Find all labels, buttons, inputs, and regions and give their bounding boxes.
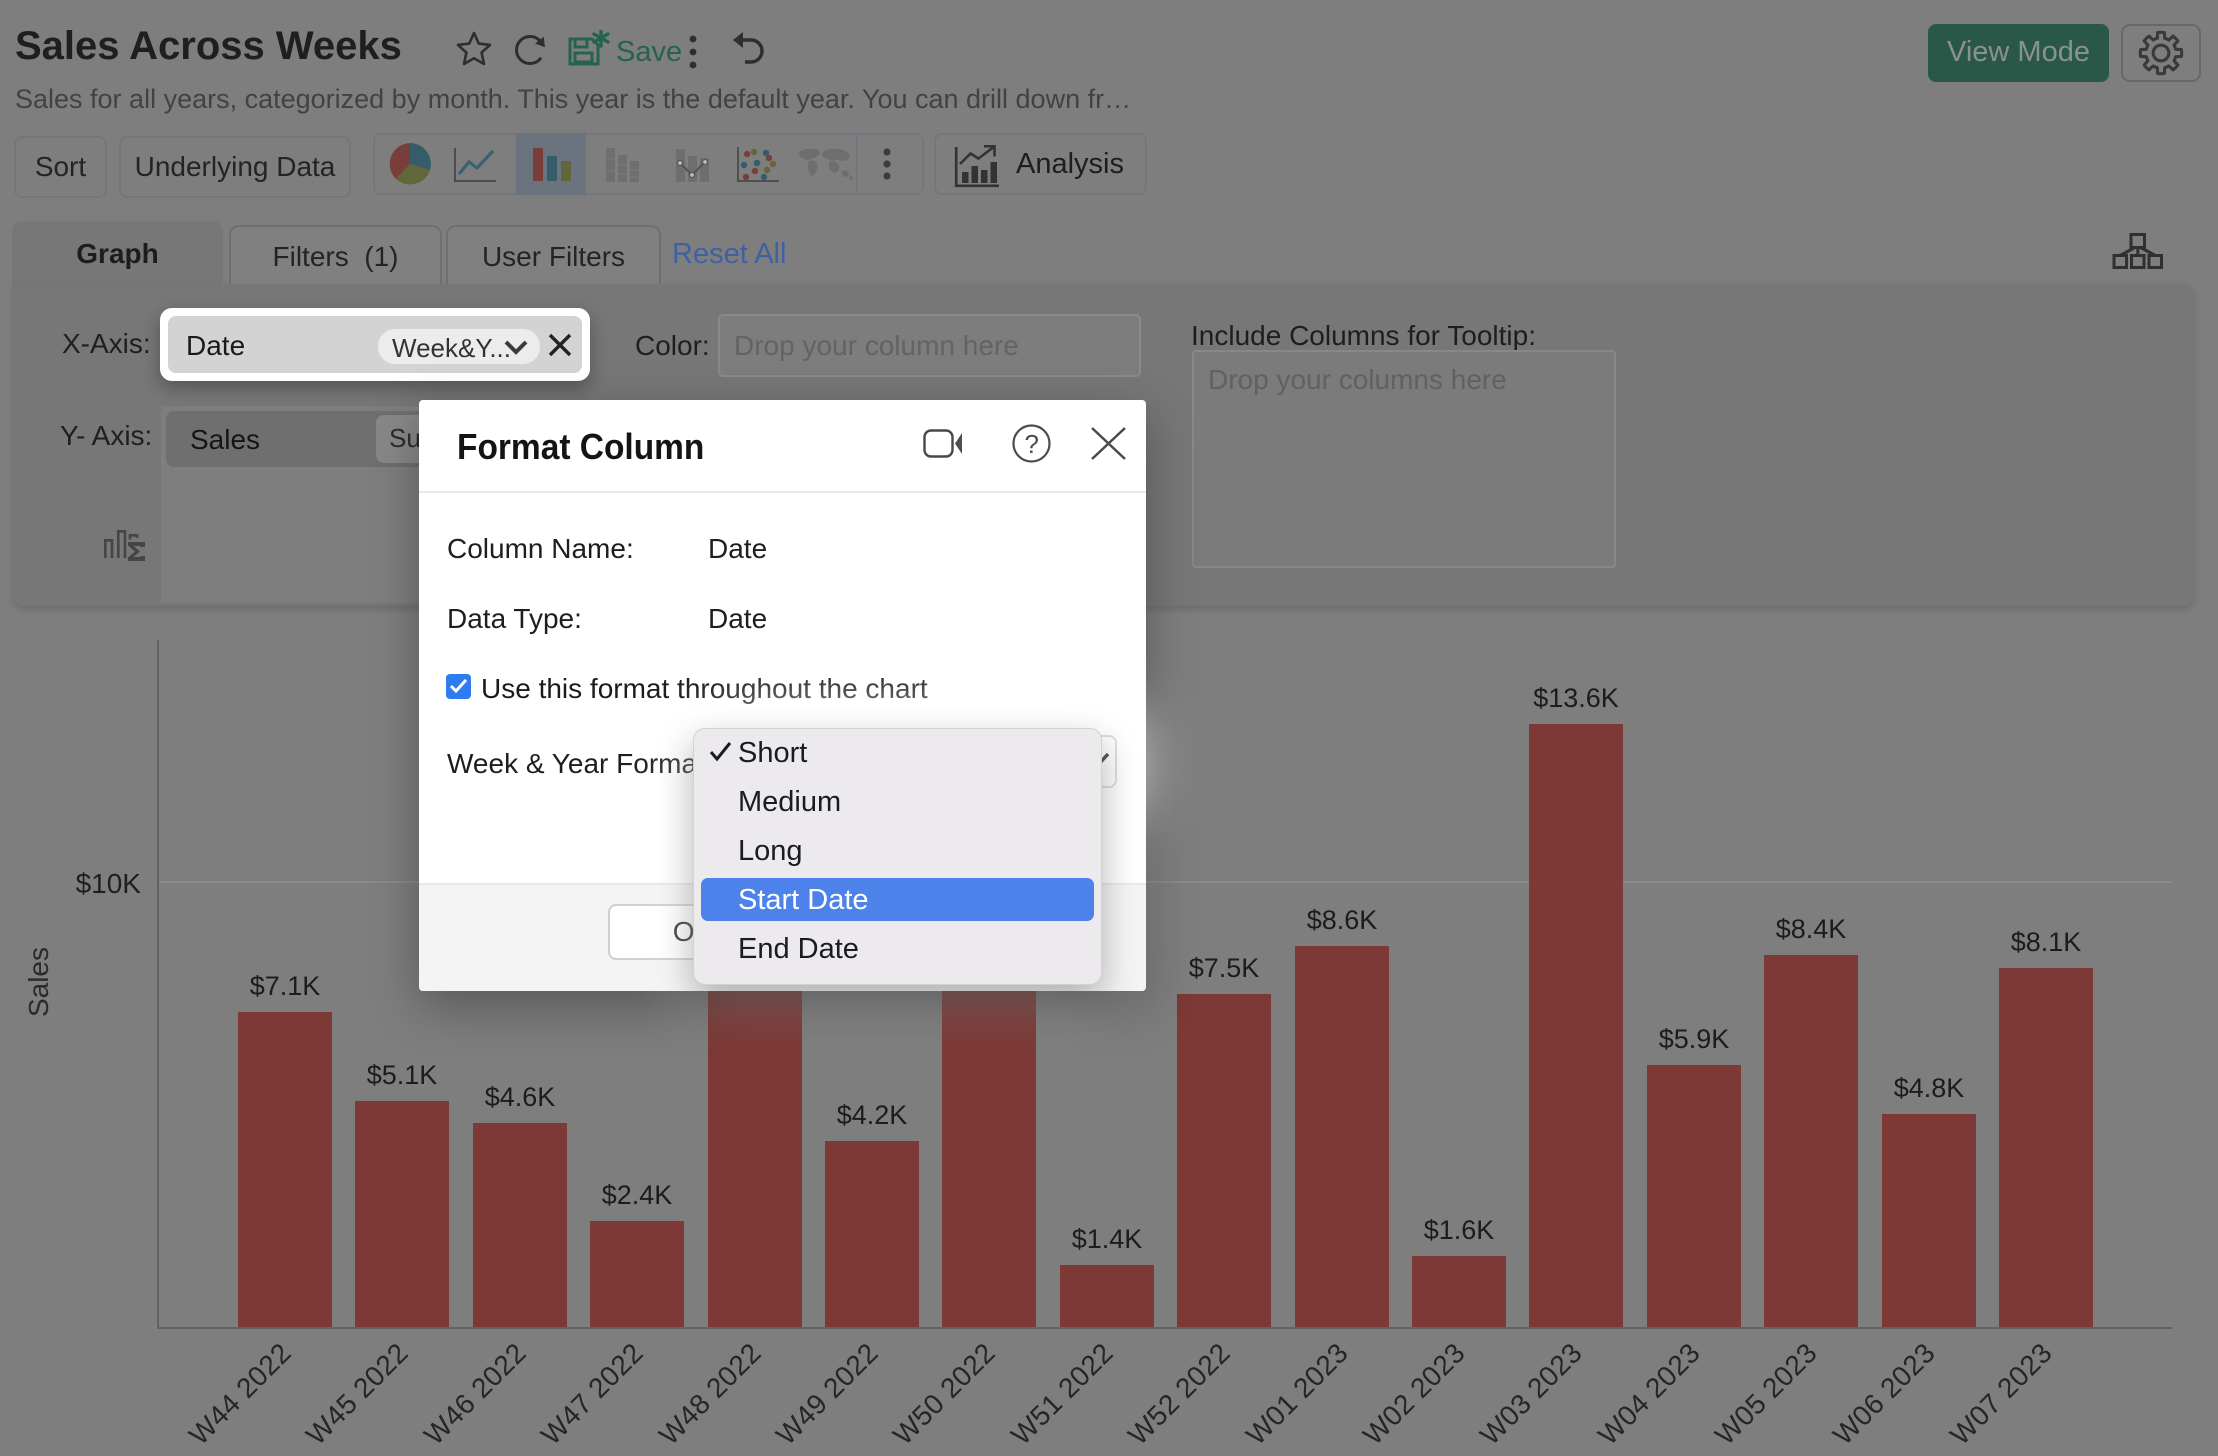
svg-text:Save: Save <box>616 36 682 68</box>
svg-text:?: ? <box>1025 429 1039 459</box>
